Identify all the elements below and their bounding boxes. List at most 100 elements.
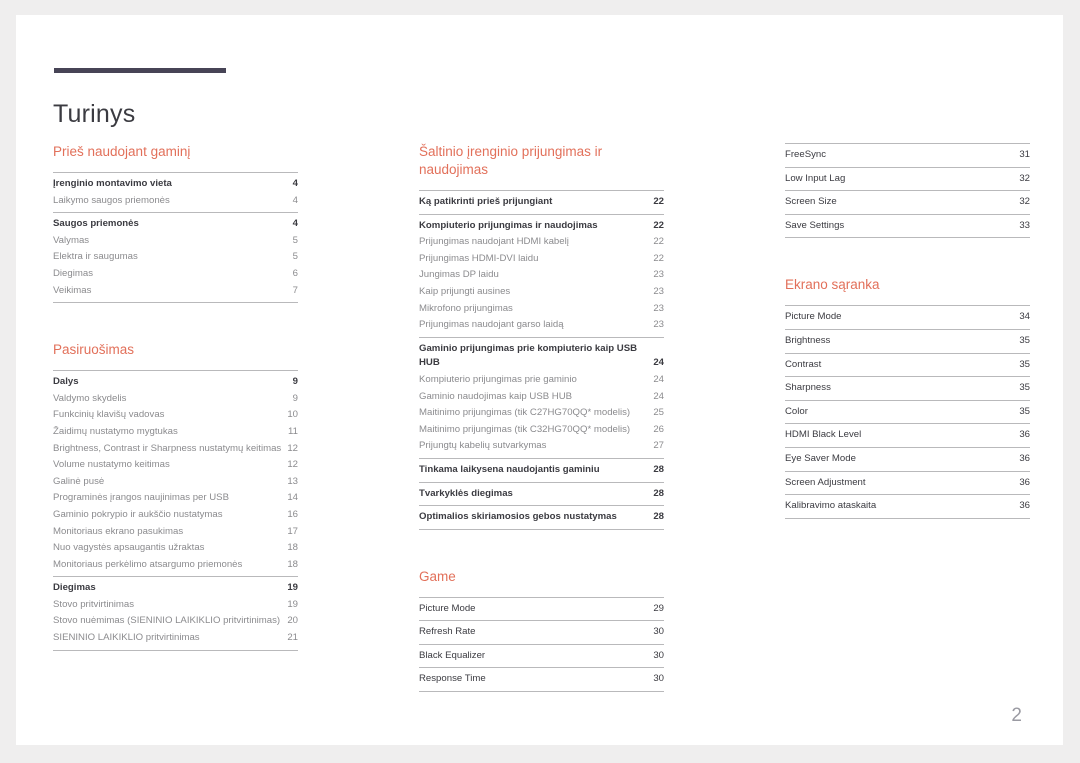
- toc-entry[interactable]: Screen Size 32: [785, 194, 1030, 211]
- section-block-group: Ką patikrinti prieš prijungiant 22 Kompiut…: [419, 190, 664, 530]
- toc-entry[interactable]: Low Input Lag 32: [785, 171, 1030, 188]
- toc-entry[interactable]: Monitoriaus perkėlimo atsargumo priemonė…: [53, 557, 298, 574]
- toc-block: Dalys 9 Valdymo skydelis 9 Funkcinių klavišų…: [53, 370, 298, 576]
- toc-entry-label: Prijungimas HDMI-DVI laidu: [419, 252, 539, 264]
- toc-entry-page: 24: [653, 357, 664, 369]
- toc-entry-page: 14: [287, 492, 298, 504]
- toc-entry-page: 36: [1019, 452, 1030, 464]
- section-block-group: Picture Mode 29 Refresh Rate 30 Black Equali…: [419, 596, 664, 693]
- toc-entry[interactable]: Stovo nuėmimas (SIENINIO LAIKIKLIO pritv…: [53, 613, 298, 630]
- toc-entry[interactable]: Elektra ir saugumas 5: [53, 249, 298, 266]
- toc-entry[interactable]: Gaminio naudojimas kaip USB HUB 24: [419, 389, 664, 406]
- toc-block: Black Equalizer 30: [419, 643, 664, 668]
- toc-entry[interactable]: Diegimas 6: [53, 266, 298, 283]
- toc-entry-label: SIENINIO LAIKIKLIO pritvirtinimas: [53, 632, 200, 644]
- toc-entry[interactable]: Picture Mode 29: [419, 601, 664, 618]
- toc-entry-label: Dalys: [53, 376, 79, 388]
- toc-entry-label: Optimalios skiriamosios gebos nustatymas: [419, 511, 617, 523]
- toc-entry-label: Gaminio prijungimas prie kompiuterio kai…: [419, 342, 638, 369]
- toc-entry-label: Picture Mode: [785, 311, 842, 323]
- toc-entry[interactable]: Dalys 9: [53, 374, 298, 391]
- toc-entry[interactable]: Saugos priemonės 4: [53, 216, 298, 233]
- toc-block: Screen Size 32: [785, 190, 1030, 214]
- toc-entry[interactable]: Kaip prijungti ausines 23: [419, 284, 664, 301]
- toc-column: FreeSync 31 Low Input Lag 32 Screen Size 32 Sa…: [785, 143, 1030, 692]
- toc-entry[interactable]: Galinė pusė 13: [53, 474, 298, 491]
- toc-entry[interactable]: Kompiuterio prijungimas ir naudojimas 22: [419, 218, 664, 235]
- toc-entry[interactable]: Save Settings 33: [785, 218, 1030, 235]
- toc-entry[interactable]: Optimalios skiriamosios gebos nustatymas…: [419, 509, 664, 526]
- toc-entry[interactable]: Valdymo skydelis 9: [53, 391, 298, 408]
- toc-entry[interactable]: Funkcinių klavišų vadovas 10: [53, 407, 298, 424]
- toc-entry[interactable]: Prijungimas naudojant HDMI kabelį 22: [419, 234, 664, 251]
- toc-entry[interactable]: Nuo vagystės apsaugantis užraktas 18: [53, 540, 298, 557]
- toc-entry[interactable]: Response Time 30: [419, 671, 664, 688]
- toc-entry[interactable]: Contrast 35: [785, 357, 1030, 374]
- toc-entry[interactable]: Picture Mode 34: [785, 309, 1030, 326]
- toc-block: Saugos priemonės 4 Valymas 5 Elektra ir saug…: [53, 212, 298, 304]
- toc-entry-label: Tvarkyklės diegimas: [419, 487, 513, 499]
- toc-entry-page: 30: [653, 673, 664, 685]
- toc-entry[interactable]: Kalibravimo ataskaita 36: [785, 498, 1030, 515]
- toc-entry[interactable]: Stovo pritvirtinimas 19: [53, 597, 298, 614]
- toc-entry-page: 6: [292, 267, 298, 279]
- toc-entry[interactable]: Jungimas DP laidu 23: [419, 267, 664, 284]
- toc-entry[interactable]: Maitinimo prijungimas (tik C27HG70QQ* mo…: [419, 405, 664, 422]
- toc-entry[interactable]: Eye Saver Mode 36: [785, 451, 1030, 468]
- toc-entry-page: 9: [292, 392, 298, 404]
- toc-column: Šaltinio įrenginio prijungimas ir naudoj…: [419, 143, 664, 693]
- toc-entry-page: 23: [653, 319, 664, 331]
- toc-block: Sharpness 35: [785, 376, 1030, 400]
- toc-entry[interactable]: Gaminio pokrypio ir aukščio nustatymas 16: [53, 507, 298, 524]
- toc-entry[interactable]: Maitinimo prijungimas (tik C32HG70QQ* mo…: [419, 422, 664, 439]
- toc-entry[interactable]: Color 35: [785, 404, 1030, 421]
- toc-entry-label: Funkcinių klavišų vadovas: [53, 409, 165, 421]
- toc-entry[interactable]: Prijungimas HDMI-DVI laidu 22: [419, 251, 664, 268]
- toc-entry[interactable]: Volume nustatymo keitimas 12: [53, 457, 298, 474]
- toc-entry[interactable]: Brightness, Contrast ir Sharpness nustat…: [53, 441, 298, 458]
- toc-entry-label: Žaidimų nustatymo mygtukas: [53, 425, 178, 437]
- toc-entry[interactable]: Black Equalizer 30: [419, 648, 664, 665]
- toc-entry[interactable]: Žaidimų nustatymo mygtukas 11: [53, 424, 298, 441]
- toc-entry-page: 35: [1019, 358, 1030, 370]
- section-heading: Šaltinio įrenginio prijungimas ir naudoj…: [419, 144, 603, 177]
- toc-entry[interactable]: SIENINIO LAIKIKLIO pritvirtinimas 21: [53, 630, 298, 647]
- document-page: Turinys Prieš naudojant gaminį Įrenginio …: [16, 15, 1063, 745]
- toc-entry-page: 11: [288, 425, 298, 437]
- toc-entry[interactable]: Screen Adjustment 36: [785, 475, 1030, 492]
- toc-entry[interactable]: Kompiuterio prijungimas prie gaminio 24: [419, 372, 664, 389]
- toc-entry-label: Elektra ir saugumas: [53, 251, 138, 263]
- toc-entry[interactable]: FreeSync 31: [785, 147, 1030, 164]
- toc-entry[interactable]: Valymas 5: [53, 233, 298, 250]
- toc-entry[interactable]: Prijungimas naudojant garso laidą 23: [419, 317, 664, 334]
- toc-entry[interactable]: Įrenginio montavimo vieta 4: [53, 176, 298, 193]
- toc-entry[interactable]: Laikymo saugos priemonės 4: [53, 193, 298, 210]
- toc-entry[interactable]: Monitoriaus ekrano pasukimas 17: [53, 524, 298, 541]
- page-title: Turinys: [53, 99, 136, 128]
- toc-entry[interactable]: Prijungtų kabelių sutvarkymas 27: [419, 438, 664, 455]
- toc-entry[interactable]: HDMI Black Level 36: [785, 427, 1030, 444]
- toc-entry[interactable]: Refresh Rate 30: [419, 624, 664, 641]
- toc-entry-label: HDMI Black Level: [785, 429, 862, 441]
- toc-entry-label: Gaminio pokrypio ir aukščio nustatymas: [53, 508, 223, 520]
- toc-entry-page: 22: [653, 236, 664, 248]
- toc-block: Gaminio prijungimas prie kompiuterio kai…: [419, 336, 664, 458]
- toc-entry-label: Ką patikrinti prieš prijungiant: [419, 196, 553, 207]
- toc-entry[interactable]: Tinkama laikysena naudojantis gaminiu 28: [419, 462, 664, 479]
- toc-entry[interactable]: Sharpness 35: [785, 380, 1030, 397]
- toc-entry[interactable]: Tvarkyklės diegimas 28: [419, 486, 664, 503]
- toc-block: Contrast 35: [785, 352, 1030, 377]
- toc-entry[interactable]: Mikrofono prijungimas 23: [419, 301, 664, 318]
- toc-entry[interactable]: Programinės įrangos naujinimas per USB 14: [53, 490, 298, 507]
- toc-entry[interactable]: Ką patikrinti prieš prijungiant 22: [419, 194, 664, 211]
- toc-block: FreeSync 31: [785, 143, 1030, 167]
- toc-block: Low Input Lag 32: [785, 166, 1030, 191]
- toc-entry-label: Color: [785, 405, 808, 417]
- toc-entry[interactable]: Brightness 35: [785, 333, 1030, 350]
- toc-entry-label: Valymas: [53, 234, 90, 246]
- toc-entry[interactable]: Diegimas 19: [53, 580, 298, 597]
- toc-entry[interactable]: Veikimas 7: [53, 283, 298, 300]
- toc-entry-label: Screen Size: [785, 196, 837, 208]
- toc-entry[interactable]: Gaminio prijungimas prie kompiuterio kai…: [419, 341, 664, 372]
- toc-entry-label: Diegimas: [53, 582, 96, 594]
